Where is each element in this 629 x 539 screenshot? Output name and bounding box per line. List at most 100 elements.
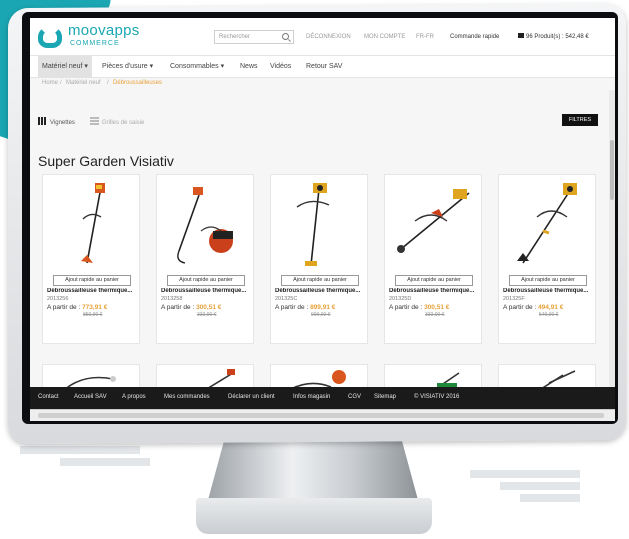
product-old-price: 549,90 € bbox=[539, 312, 559, 318]
product-price: 300,51 € bbox=[424, 304, 450, 311]
product-card[interactable]: Ajout rapide au panier Débroussailleuse … bbox=[498, 174, 596, 344]
footer-link-about[interactable]: A propos bbox=[122, 394, 146, 400]
product-old-price: 859,90 € bbox=[83, 312, 103, 318]
product-ref: 2013256 bbox=[47, 296, 69, 302]
nav-item-consumables[interactable]: Consommables ▾ bbox=[166, 56, 228, 78]
nav-item-wear-parts[interactable]: Pièces d'usure ▾ bbox=[98, 56, 157, 78]
search-placeholder: Rechercher bbox=[219, 34, 251, 40]
breadcrumb-home[interactable]: Home bbox=[42, 80, 58, 86]
product-name[interactable]: Débroussailleuse thermique... bbox=[161, 288, 253, 294]
list-view-icon[interactable] bbox=[90, 117, 99, 125]
product-name[interactable]: Débroussailleuse thermique... bbox=[47, 288, 139, 294]
product-listing: Vignettes Grilles de saisie FILTRES Supe… bbox=[30, 90, 615, 404]
nav-label: Matériel neuf bbox=[42, 63, 83, 70]
decorative-strip bbox=[470, 470, 580, 478]
monitor-stand bbox=[208, 438, 418, 500]
footer-link-sav[interactable]: Accueil SAV bbox=[74, 394, 107, 400]
horizontal-scrollbar[interactable] bbox=[30, 409, 615, 421]
breadcrumb-separator: / bbox=[107, 80, 109, 86]
footer-copyright: © VISIATIV 2016 bbox=[414, 394, 460, 400]
site-header: moovapps COMMERCE Rechercher DÉCONNEXION… bbox=[30, 18, 615, 56]
price-prefix: A partir de : bbox=[161, 304, 195, 311]
main-nav: Matériel neuf ▾ Pièces d'usure ▾ Consomm… bbox=[30, 56, 615, 78]
product-price-line: A partir de : 300,51 € bbox=[161, 304, 221, 311]
quick-add-button[interactable]: Ajout rapide au panier bbox=[395, 275, 473, 286]
search-icon[interactable] bbox=[282, 33, 289, 40]
product-price-line: A partir de : 494,91 € bbox=[503, 304, 563, 311]
product-old-price: 333,90 € bbox=[425, 312, 445, 318]
footer-link-store-info[interactable]: Infos magasin bbox=[293, 394, 330, 400]
product-price: 899,91 € bbox=[310, 304, 336, 311]
nav-item-sav-return[interactable]: Retour SAV bbox=[302, 56, 346, 78]
product-ref: 2013258 bbox=[161, 296, 183, 302]
filters-button[interactable]: FILTRES bbox=[562, 114, 598, 126]
nav-item-new-equipment[interactable]: Matériel neuf ▾ bbox=[38, 56, 92, 78]
quick-add-button[interactable]: Ajout rapide au panier bbox=[509, 275, 587, 286]
nav-item-news[interactable]: News bbox=[236, 56, 262, 78]
decorative-strip bbox=[500, 482, 580, 490]
product-name[interactable]: Débroussailleuse thermique... bbox=[389, 288, 481, 294]
price-prefix: A partir de : bbox=[389, 304, 423, 311]
website-screen: moovapps COMMERCE Rechercher DÉCONNEXION… bbox=[30, 18, 615, 421]
breadcrumb-separator: / bbox=[60, 80, 62, 86]
grid-view-icon[interactable] bbox=[38, 117, 47, 125]
footer-link-cgv[interactable]: CGV bbox=[348, 394, 361, 400]
product-price: 494,91 € bbox=[538, 304, 564, 311]
product-image[interactable] bbox=[271, 175, 369, 271]
quick-order-link[interactable]: Commande rapide bbox=[450, 34, 499, 40]
breadcrumb-new-equipment[interactable]: Matériel neuf bbox=[66, 80, 101, 86]
footer-link-declare-client[interactable]: Déclarer un client bbox=[228, 394, 275, 400]
footer-link-contact[interactable]: Contact bbox=[38, 394, 59, 400]
nav-label: Consommables bbox=[170, 63, 219, 70]
decorative-strip bbox=[520, 494, 580, 502]
product-image[interactable] bbox=[385, 175, 483, 271]
search-input[interactable]: Rechercher bbox=[214, 30, 294, 44]
product-image[interactable] bbox=[499, 175, 597, 271]
decorative-strip bbox=[60, 458, 150, 466]
site-footer: Contact Accueil SAV A propos Mes command… bbox=[30, 387, 615, 409]
product-price-line: A partir de : 899,91 € bbox=[275, 304, 335, 311]
nav-item-videos[interactable]: Vidéos bbox=[266, 56, 295, 78]
monitor-base bbox=[196, 498, 432, 534]
price-prefix: A partir de : bbox=[47, 304, 81, 311]
vertical-scrollbar[interactable] bbox=[609, 90, 615, 400]
logout-link[interactable]: DÉCONNEXION bbox=[306, 34, 351, 40]
footer-link-orders[interactable]: Mes commandes bbox=[164, 394, 210, 400]
account-link[interactable]: MON COMPTE bbox=[364, 34, 405, 40]
product-name[interactable]: Débroussailleuse thermique... bbox=[503, 288, 595, 294]
language-select[interactable]: FR-FR bbox=[416, 34, 434, 40]
nav-label: Pièces d'usure bbox=[102, 63, 148, 70]
cart-icon[interactable] bbox=[518, 33, 524, 38]
product-name[interactable]: Débroussailleuse thermique... bbox=[275, 288, 367, 294]
quick-add-button[interactable]: Ajout rapide au panier bbox=[53, 275, 131, 286]
breadcrumb-current: Débroussailleuses bbox=[113, 80, 163, 86]
footer-link-sitemap[interactable]: Sitemap bbox=[374, 394, 396, 400]
product-price-line: A partir de : 300,51 € bbox=[389, 304, 449, 311]
product-price: 300,51 € bbox=[196, 304, 222, 311]
quick-add-button[interactable]: Ajout rapide au panier bbox=[167, 275, 245, 286]
page-title: Super Garden Visiativ bbox=[38, 153, 174, 169]
product-image[interactable] bbox=[157, 175, 255, 271]
product-ref: 201325D bbox=[389, 296, 412, 302]
product-price: 773,91 € bbox=[82, 304, 108, 311]
price-prefix: A partir de : bbox=[275, 304, 309, 311]
quick-add-button[interactable]: Ajout rapide au panier bbox=[281, 275, 359, 286]
cart-summary[interactable]: 96 Produit(s) : 542,48 € bbox=[526, 34, 589, 40]
thumbnails-view-label[interactable]: Vignettes bbox=[50, 120, 75, 126]
scrollbar-thumb[interactable] bbox=[38, 413, 604, 418]
product-old-price: 999,90 € bbox=[311, 312, 331, 318]
product-card[interactable]: Ajout rapide au panier Débroussailleuse … bbox=[42, 174, 140, 344]
product-card[interactable]: Ajout rapide au panier Débroussailleuse … bbox=[270, 174, 368, 344]
brand-name[interactable]: moovapps bbox=[68, 22, 140, 39]
grid-entry-view-label[interactable]: Grilles de saisie bbox=[102, 120, 144, 126]
product-ref: 201325C bbox=[275, 296, 298, 302]
decorative-strip bbox=[20, 446, 140, 454]
breadcrumb: Home / Matériel neuf / Débroussailleuses bbox=[30, 78, 615, 90]
logo-icon[interactable] bbox=[38, 26, 62, 48]
product-card[interactable]: Ajout rapide au panier Débroussailleuse … bbox=[156, 174, 254, 344]
product-card[interactable]: Ajout rapide au panier Débroussailleuse … bbox=[384, 174, 482, 344]
product-ref: 201325F bbox=[503, 296, 525, 302]
scrollbar-thumb[interactable] bbox=[610, 140, 614, 200]
product-image[interactable] bbox=[43, 175, 141, 271]
product-price-line: A partir de : 773,91 € bbox=[47, 304, 107, 311]
